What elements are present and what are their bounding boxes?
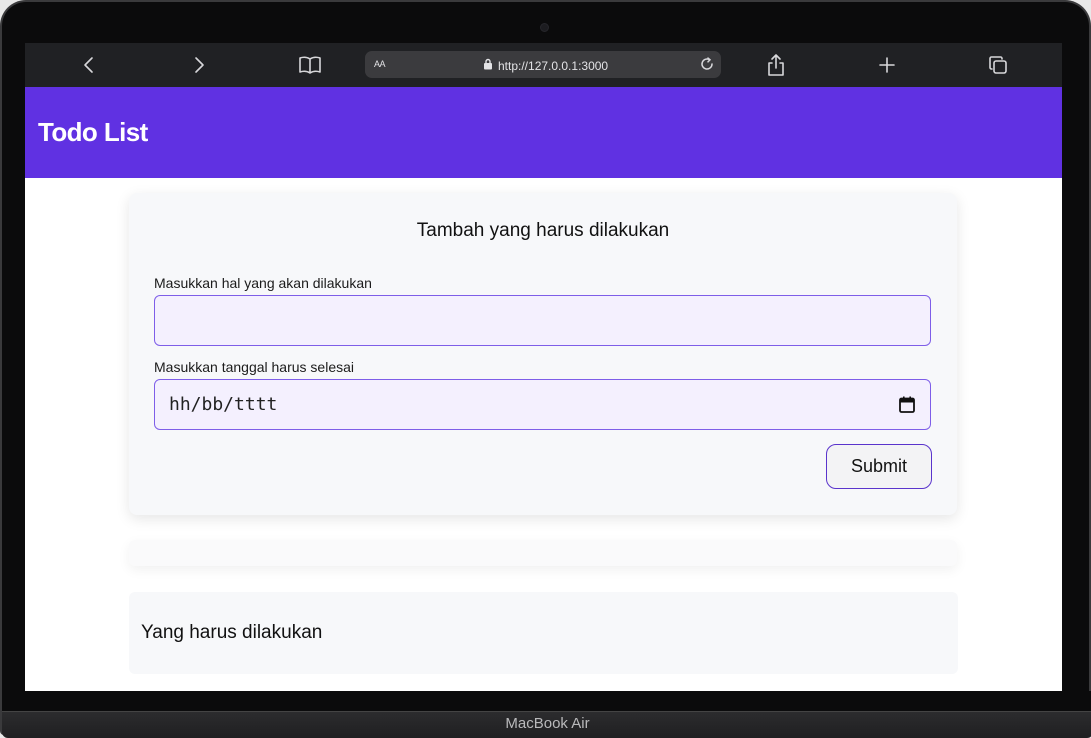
page-title: Todo List	[38, 117, 148, 147]
date-placeholder: hh/bb/tttt	[169, 394, 278, 415]
tabs-icon[interactable]	[985, 52, 1011, 78]
date-input[interactable]: hh/bb/tttt	[154, 379, 931, 430]
reader-text-size-button[interactable]: AA	[374, 58, 386, 70]
form-heading: Tambah yang harus dilakukan	[416, 220, 670, 241]
chevron-right-icon[interactable]	[186, 52, 212, 78]
share-icon[interactable]	[763, 52, 789, 78]
browser-toolbar: AA http://127.0.0.1:3000	[25, 43, 1062, 88]
bottom-bezel	[2, 691, 1091, 711]
laptop-base: MacBook Air	[2, 711, 1091, 738]
todo-list-card: Yang harus dilakukan	[129, 592, 958, 674]
app-header: Todo List	[25, 87, 1062, 178]
camera	[540, 23, 549, 32]
chevron-left-icon[interactable]	[76, 52, 102, 78]
book-icon[interactable]	[297, 52, 323, 78]
todo-input[interactable]	[154, 295, 931, 346]
calendar-icon[interactable]	[898, 396, 916, 414]
todo-label: Masukkan hal yang akan dilakukan	[154, 275, 372, 291]
url-wrap: http://127.0.0.1:3000	[483, 57, 608, 75]
todo-section-title: Yang harus dilakukan	[141, 622, 323, 643]
screen: AA http://127.0.0.1:3000 Todo List Tamba…	[25, 43, 1062, 691]
plus-icon[interactable]	[874, 52, 900, 78]
address-bar[interactable]: AA http://127.0.0.1:3000	[365, 51, 721, 78]
add-todo-card: Tambah yang harus dilakukan Masukkan hal…	[129, 193, 957, 515]
reload-icon[interactable]	[698, 55, 716, 73]
laptop-frame: AA http://127.0.0.1:3000 Todo List Tamba…	[0, 0, 1091, 738]
lock-icon	[483, 57, 493, 75]
url-text: http://127.0.0.1:3000	[498, 59, 609, 73]
divider-strip	[129, 540, 957, 566]
device-label: MacBook Air	[505, 715, 590, 732]
date-label: Masukkan tanggal harus selesai	[154, 359, 355, 375]
submit-button[interactable]: Submit	[826, 444, 932, 489]
